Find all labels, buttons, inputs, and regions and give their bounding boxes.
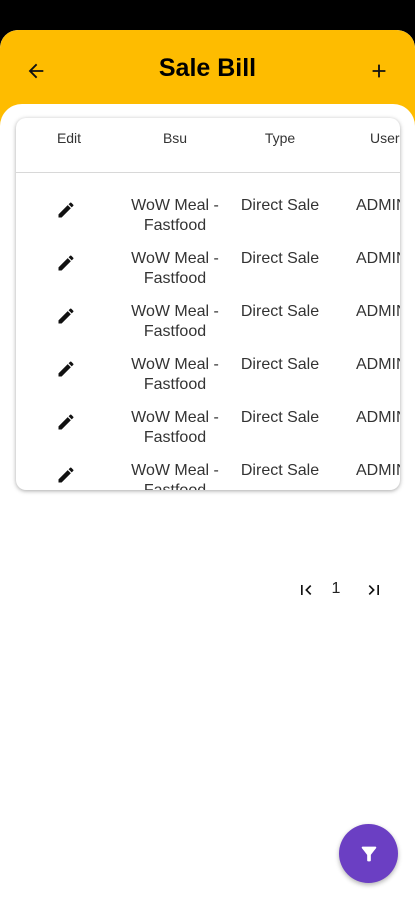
table-row[interactable]: WoW Meal - Fastfood Direct Sale ADMIN bbox=[16, 443, 400, 490]
cell-type: Direct Sale bbox=[240, 197, 320, 214]
current-page-number: 1 bbox=[331, 580, 341, 597]
add-button[interactable] bbox=[365, 57, 393, 85]
column-header-type[interactable]: Type bbox=[255, 130, 305, 146]
edit-button[interactable] bbox=[55, 252, 77, 274]
pencil-icon bbox=[58, 202, 74, 218]
pencil-icon bbox=[58, 414, 74, 430]
page-title: Sale Bill bbox=[158, 54, 257, 82]
pencil-icon bbox=[58, 361, 74, 377]
table-row[interactable]: WoW Meal - Fastfood Direct Sale ADMIN bbox=[16, 178, 400, 234]
column-header-user[interactable]: User bbox=[370, 130, 400, 146]
table-row[interactable]: WoW Meal - Fastfood Direct Sale ADMIN bbox=[16, 231, 400, 287]
filter-icon bbox=[361, 846, 376, 861]
status-bar bbox=[0, 0, 415, 30]
edit-button[interactable] bbox=[55, 464, 77, 486]
pencil-icon bbox=[58, 255, 74, 271]
cell-user: ADMIN bbox=[356, 356, 400, 373]
content-sheet: Edit Bsu Type User WoW Meal - Fastfood Di… bbox=[0, 104, 415, 900]
cell-user: ADMIN bbox=[356, 197, 400, 214]
table-row[interactable]: WoW Meal - Fastfood Direct Sale ADMIN bbox=[16, 284, 400, 340]
cell-bsu: WoW Meal - Fastfood bbox=[131, 250, 219, 287]
cell-type: Direct Sale bbox=[240, 303, 320, 320]
cell-bsu: WoW Meal - Fastfood bbox=[131, 462, 219, 490]
last-page-button[interactable] bbox=[362, 578, 386, 602]
last-page-icon bbox=[368, 585, 379, 595]
edit-button[interactable] bbox=[55, 358, 77, 380]
pencil-icon bbox=[58, 467, 74, 483]
table-body: WoW Meal - FastfoodDirect SaleADMINWoW M… bbox=[16, 174, 400, 490]
plus-icon bbox=[372, 64, 386, 78]
edit-button[interactable] bbox=[55, 411, 77, 433]
cell-type: Direct Sale bbox=[240, 250, 320, 267]
column-header-bsu[interactable]: Bsu bbox=[150, 130, 200, 146]
first-page-button[interactable] bbox=[294, 578, 318, 602]
edit-button[interactable] bbox=[55, 305, 77, 327]
filter-button[interactable] bbox=[339, 824, 398, 883]
cell-user: ADMIN bbox=[356, 250, 400, 267]
cell-user: ADMIN bbox=[356, 303, 400, 320]
table-row[interactable]: WoW Meal - Fastfood Direct Sale ADMIN bbox=[16, 337, 400, 393]
cell-type: Direct Sale bbox=[240, 409, 320, 426]
table-header: Edit Bsu Type User bbox=[16, 118, 400, 173]
edit-button[interactable] bbox=[55, 199, 77, 221]
cell-user: ADMIN bbox=[356, 462, 400, 479]
screen: Sale Bill Edit Bsu Type User WoW Meal - … bbox=[0, 30, 415, 900]
cell-bsu: WoW Meal - Fastfood bbox=[131, 303, 219, 340]
column-header-edit[interactable]: Edit bbox=[44, 130, 94, 146]
cell-type: Direct Sale bbox=[240, 356, 320, 373]
cell-type: Direct Sale bbox=[240, 462, 320, 479]
pencil-icon bbox=[58, 308, 74, 324]
table-row[interactable]: WoW Meal - Fastfood Direct Sale ADMIN bbox=[16, 390, 400, 446]
sale-bill-table: Edit Bsu Type User WoW Meal - Fastfood Di… bbox=[16, 118, 400, 490]
cell-bsu: WoW Meal - Fastfood bbox=[131, 409, 219, 446]
cell-user: ADMIN bbox=[356, 409, 400, 426]
first-page-icon bbox=[301, 585, 312, 595]
cell-bsu: WoW Meal - Fastfood bbox=[131, 197, 219, 234]
cell-bsu: WoW Meal - Fastfood bbox=[131, 356, 219, 393]
